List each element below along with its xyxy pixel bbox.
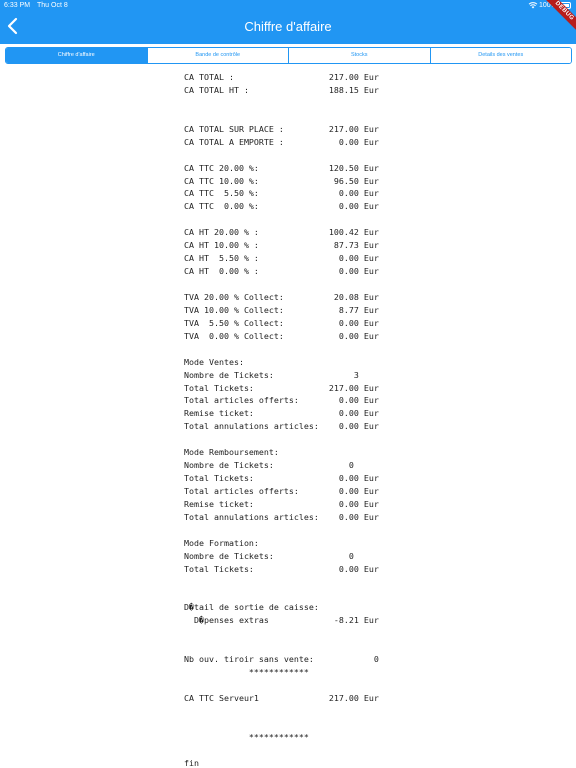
- report-line: Total Tickets: 217.00 Eur: [184, 382, 379, 393]
- report-line: Nombre de Tickets: 0: [184, 550, 354, 561]
- report-line: fin: [184, 757, 199, 768]
- report-line: Total Tickets: 0.00 Eur: [184, 473, 379, 484]
- report-text: CA TOTAL : 217.00 Eur CA TOTAL HT : 188.1…: [184, 71, 444, 768]
- report-line: CA TTC 5.50 %: 0.00 Eur: [184, 188, 379, 199]
- report-line: CA TTC 10.00 %: 96.50 Eur: [184, 175, 379, 186]
- report-line: Nb ouv. tiroir sans vente: 0: [184, 654, 379, 665]
- report-line: CA TTC 20.00 %: 120.50 Eur: [184, 162, 379, 173]
- report-line: [184, 627, 444, 640]
- report-line: [184, 718, 444, 731]
- report-line: Total annulations articles: 0.00 Eur: [184, 511, 379, 522]
- report-line: TVA 0.00 % Collect: 0.00 Eur: [184, 330, 379, 341]
- page-title: Chiffre d'affaire: [244, 19, 332, 34]
- report-line: CA TTC 0.00 %: 0.00 Eur: [184, 201, 379, 212]
- report-line: [184, 640, 444, 653]
- report-line: [184, 705, 444, 718]
- report-line: CA HT 20.00 % : 100.42 Eur: [184, 227, 379, 238]
- report-line: D�penses extras -8.21 Eur: [184, 615, 379, 626]
- report-line: [184, 744, 444, 757]
- report-line: Mode Formation:: [184, 537, 259, 548]
- status-time: 6:33 PM: [4, 2, 31, 9]
- report-line: Total articles offerts: 0.00 Eur: [184, 486, 379, 496]
- report-line: Total Tickets: 0.00 Eur: [184, 563, 379, 574]
- report-line: [184, 679, 444, 692]
- report-line: TVA 5.50 % Collect: 0.00 Eur: [184, 317, 379, 328]
- report-line: CA HT 0.00 % : 0.00 Eur: [184, 266, 379, 277]
- report-line: TVA 10.00 % Collect: 8.77 Eur: [184, 304, 379, 315]
- report-line: Nombre de Tickets: 3: [184, 369, 359, 380]
- report-line: Mode Ventes:: [184, 356, 244, 367]
- report-line: [184, 343, 444, 356]
- tab-bande-controle[interactable]: Bande de contrôle: [146, 48, 288, 63]
- report-line: [184, 524, 444, 537]
- tab-chiffre-affaire[interactable]: Chiffre d'affaire: [6, 48, 147, 63]
- report-line: Remise ticket: 0.00 Eur: [184, 408, 379, 419]
- segmented-tabs: Chiffre d'affaire Bande de contrôle Stoc…: [5, 47, 572, 64]
- report-line: Total articles offerts: 0.00 Eur: [184, 395, 379, 406]
- report-line: CA HT 10.00 % : 87.73 Eur: [184, 240, 379, 251]
- report-line: TVA 20.00 % Collect: 20.08 Eur: [184, 291, 379, 302]
- tab-stocks[interactable]: Stocks: [288, 48, 430, 63]
- report-line: [184, 213, 444, 226]
- app-bar: 6:33 PM Thu Oct 8 100% Chiffre d'affaire…: [0, 0, 576, 44]
- report-line: [184, 589, 444, 602]
- report-line: CA TOTAL A EMPORTE : 0.00 Eur: [184, 136, 379, 147]
- report-line: [184, 433, 444, 446]
- report-line: [184, 576, 444, 589]
- report-line: D�tail de sortie de caisse:: [184, 602, 319, 613]
- report-line: Mode Remboursement:: [184, 447, 279, 458]
- tab-details-ventes[interactable]: Details des ventes: [429, 48, 571, 63]
- report-line: CA TOTAL HT : 188.15 Eur: [184, 84, 379, 95]
- report-line: CA TTC Serveur1 217.00 Eur: [184, 693, 379, 703]
- report-line: Nombre de Tickets: 0: [184, 460, 354, 471]
- report-line: Remise ticket: 0.00 Eur: [184, 498, 379, 509]
- report-line: [184, 110, 444, 123]
- report-line: CA TOTAL : 217.00 Eur: [184, 72, 379, 82]
- report-line: ************: [184, 667, 309, 678]
- wifi-icon: [528, 2, 538, 9]
- report-line: CA TOTAL SUR PLACE : 217.00 Eur: [184, 123, 379, 134]
- report-line: [184, 278, 444, 291]
- report-line: [184, 97, 444, 110]
- status-day: Thu Oct 8: [37, 2, 68, 9]
- report-line: CA HT 5.50 % : 0.00 Eur: [184, 253, 379, 264]
- report-line: Total annulations articles: 0.00 Eur: [184, 421, 379, 432]
- report-line: ************: [184, 731, 309, 742]
- report-line: [184, 149, 444, 162]
